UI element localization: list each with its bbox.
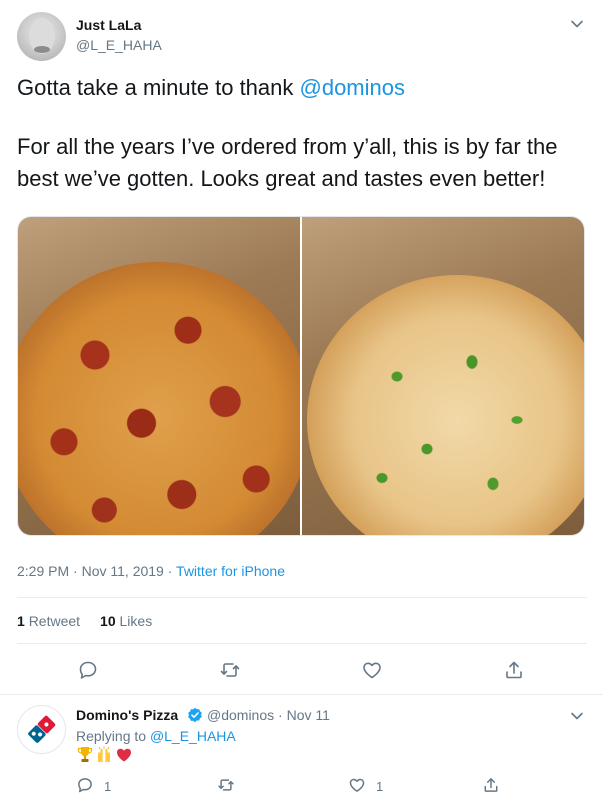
main-tweet: Just LaLa @L_E_HAHA Gotta take a minute …	[0, 0, 603, 695]
retweet-icon[interactable]	[217, 776, 235, 794]
reply-like-count: 1	[376, 779, 384, 794]
meta-separator: ·	[163, 563, 177, 579]
pepperoni-pizza-photo[interactable]	[18, 217, 300, 535]
reply-date[interactable]: · Nov 11	[278, 707, 330, 723]
author-handle[interactable]: @L_E_HAHA	[76, 37, 162, 53]
reply-author-handle-date: @dominos · Nov 11	[207, 707, 330, 723]
retweet-count: 1	[17, 613, 25, 629]
red-heart-emoji	[116, 746, 132, 764]
media-grid	[17, 216, 585, 536]
chevron-down-icon[interactable]	[570, 17, 584, 31]
tweet-source-link[interactable]: Twitter for iPhone	[176, 563, 285, 579]
tweet-meta: 2:29 PM · Nov 11, 2019 · Twitter for iPh…	[17, 563, 285, 579]
veggie-pizza-photo[interactable]	[302, 217, 584, 535]
like-icon[interactable]	[348, 776, 366, 794]
dominos-logo-avatar[interactable]	[17, 705, 66, 754]
tweet-text-line: best we’ve gotten. Looks great and taste…	[17, 166, 546, 191]
author-avatar[interactable]	[17, 12, 66, 61]
share-icon[interactable]	[503, 659, 525, 681]
like-icon[interactable]	[361, 659, 383, 681]
retweet-count-link[interactable]: 1 Retweet	[17, 613, 80, 629]
likes-count-link[interactable]: 10 Likes	[100, 613, 152, 629]
retweet-icon[interactable]	[219, 659, 241, 681]
likes-count: 10	[100, 613, 116, 629]
replying-to-line: Replying to @L_E_HAHA	[76, 728, 236, 744]
mention-link[interactable]: @dominos	[300, 75, 406, 100]
tweet-time[interactable]: 2:29 PM	[17, 563, 69, 579]
verified-badge-icon	[187, 707, 203, 723]
divider	[17, 643, 587, 644]
reply-author-name[interactable]: Domino's Pizza	[76, 707, 178, 723]
replying-to-mention[interactable]: @L_E_HAHA	[150, 728, 236, 744]
tweet-stats: 1 Retweet 10 Likes	[17, 613, 152, 629]
retweet-label: Retweet	[28, 613, 81, 629]
reply-count: 1	[104, 779, 112, 794]
author-name[interactable]: Just LaLa	[76, 17, 141, 33]
divider	[17, 597, 587, 598]
reply-author-handle[interactable]: @dominos	[207, 707, 274, 723]
trophy-emoji	[77, 746, 93, 764]
reply-icon[interactable]	[76, 776, 94, 794]
meta-separator: ·	[69, 563, 82, 579]
tweet-text-line: For all the years I’ve ordered from y’al…	[17, 134, 558, 159]
likes-label: Likes	[119, 613, 153, 629]
tweet-text-line: Gotta take a minute to thank @dominos	[17, 74, 587, 102]
chevron-down-icon[interactable]	[570, 709, 584, 723]
replying-to-prefix: Replying to	[76, 728, 150, 744]
reply-icon[interactable]	[77, 659, 99, 681]
share-icon[interactable]	[482, 776, 500, 794]
tweet-text-prefix: Gotta take a minute to thank	[17, 75, 300, 100]
raised-hands-emoji	[96, 746, 112, 764]
tweet-date[interactable]: Nov 11, 2019	[82, 563, 164, 579]
